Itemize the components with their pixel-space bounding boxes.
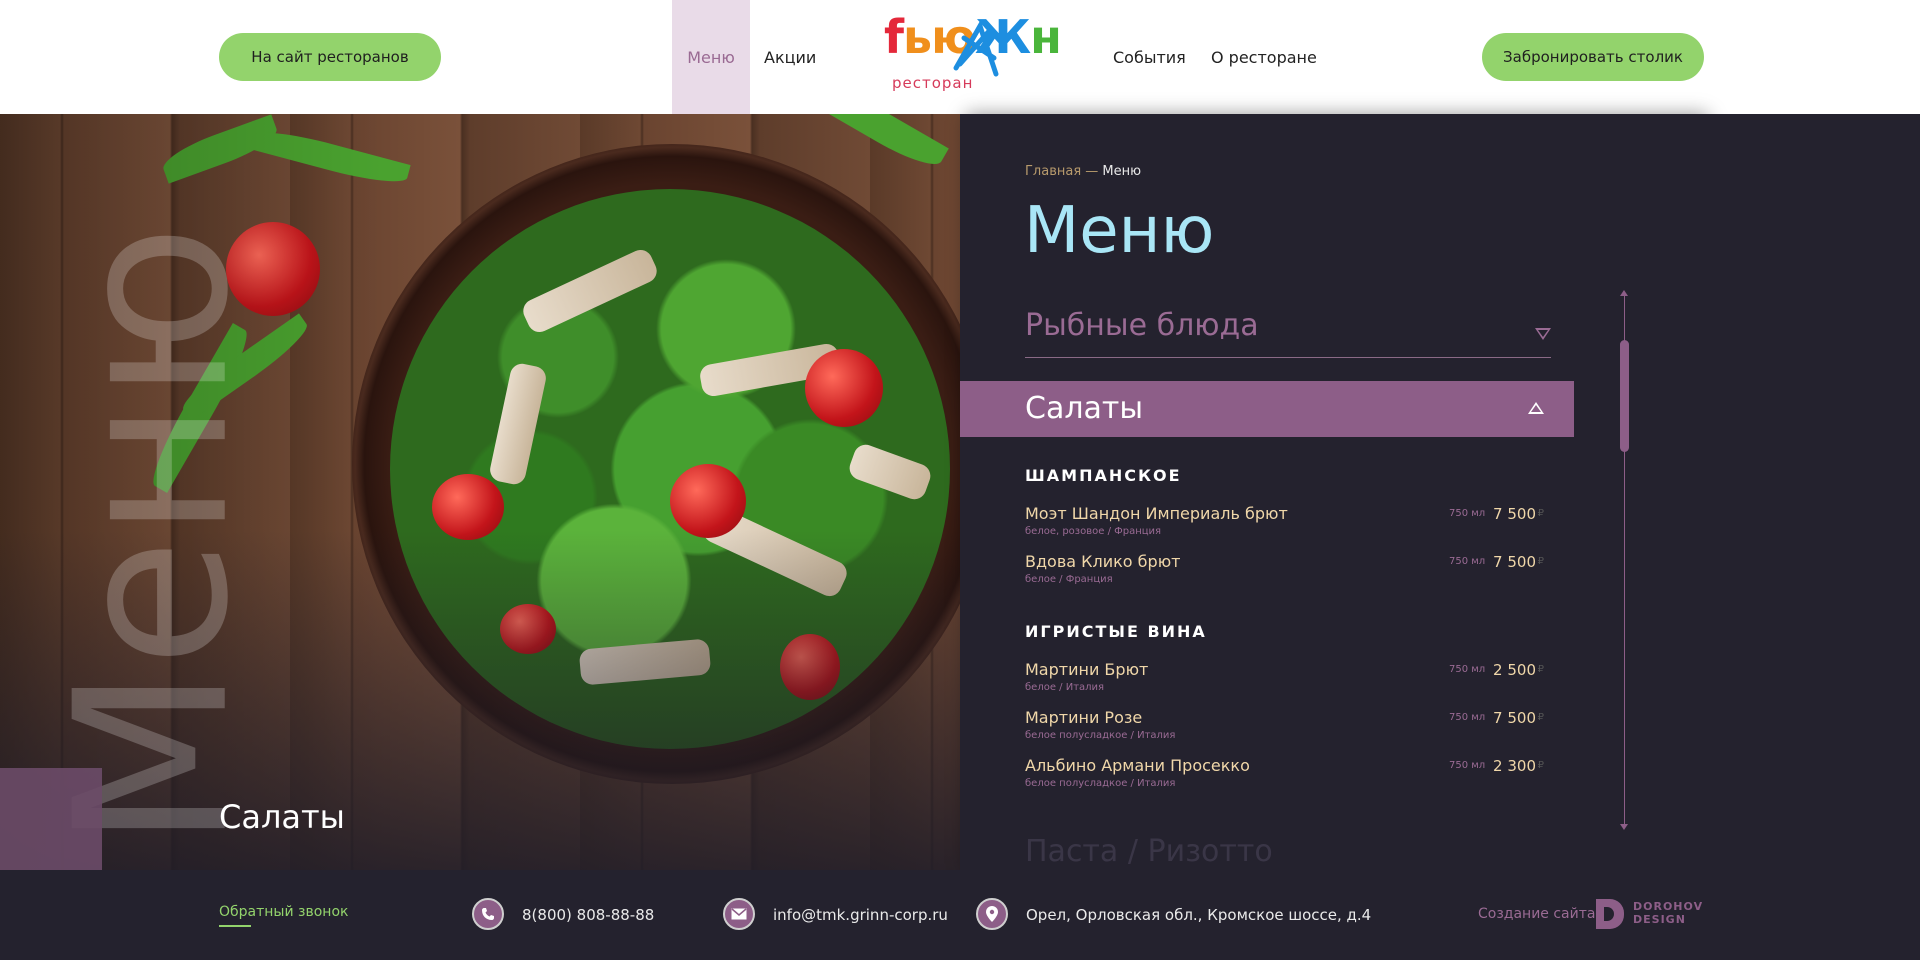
item-name: Мартини Розе	[1025, 708, 1143, 727]
item-price: 7 500	[1493, 505, 1536, 523]
restaurant-logo[interactable]: fьюЖн ресторан	[884, 14, 1062, 100]
item-price: 7 500	[1493, 553, 1536, 571]
right-background	[1702, 114, 1920, 870]
phone-icon	[472, 898, 504, 930]
breadcrumb: Главная — Меню	[1025, 164, 1141, 179]
category-salads-label: Салаты	[1025, 391, 1144, 426]
credit-name-line1: DOROHOV	[1633, 900, 1704, 913]
item-description: белое, розовое / Франция	[1025, 526, 1162, 537]
breadcrumb-home[interactable]: Главная	[1025, 164, 1081, 179]
currency-sign: ₽	[1537, 712, 1544, 723]
scroll-thumb[interactable]	[1620, 340, 1629, 452]
item-volume: 750 мл	[1449, 556, 1486, 567]
item-name: Мартини Брют	[1025, 660, 1149, 679]
item-name: Моэт Шандон Империаль брют	[1025, 504, 1288, 523]
credit-name-line2: DESIGN	[1633, 913, 1686, 926]
currency-sign: ₽	[1537, 760, 1544, 771]
menu-item[interactable]: Мартини Брют белое / Италия 750 мл 2 500…	[1025, 660, 1550, 700]
item-volume: 750 мл	[1449, 760, 1486, 771]
item-price: 2 500	[1493, 661, 1536, 679]
breadcrumb-current: Меню	[1102, 164, 1142, 179]
book-table-button[interactable]: Забронировать столик	[1482, 33, 1704, 81]
footer-email[interactable]: info@tmk.grinn-corp.ru	[773, 906, 948, 924]
category-salads[interactable]: Салаты	[960, 381, 1574, 437]
item-description: белое полусладкое / Италия	[1025, 778, 1176, 789]
category-pasta[interactable]: Паста / Ризотто	[1025, 834, 1273, 869]
credit-name[interactable]: DOROHOV DESIGN	[1633, 900, 1703, 926]
logo-scribble-icon	[953, 19, 999, 77]
site-header: На сайт ресторанов Меню Акции fьюЖн рест…	[0, 0, 1920, 114]
collapse-icon	[1528, 402, 1544, 414]
scroll-down-arrow-icon[interactable]	[1620, 824, 1628, 830]
menu-item[interactable]: Вдова Клико брют белое / Франция 750 мл …	[1025, 552, 1550, 592]
item-price: 2 300	[1493, 757, 1536, 775]
nav-events[interactable]: События	[1113, 0, 1186, 114]
menu-item[interactable]: Мартини Розе белое полусладкое / Италия …	[1025, 708, 1550, 748]
dorohov-logo-icon[interactable]	[1596, 899, 1624, 929]
currency-sign: ₽	[1537, 664, 1544, 675]
footer-address: Орел, Орловская обл., Кромское шоссе, д.…	[1026, 906, 1372, 924]
item-description: белое полусладкое / Италия	[1025, 730, 1176, 741]
currency-sign: ₽	[1537, 508, 1544, 519]
mail-icon	[723, 898, 755, 930]
breadcrumb-separator: —	[1081, 164, 1103, 179]
page-title: Меню	[1024, 194, 1215, 268]
hero-caption: Салаты	[219, 798, 345, 836]
category-fish[interactable]: Рыбные блюда	[1025, 298, 1551, 358]
section-title: ИГРИСТЫЕ ВИНА	[1025, 622, 1207, 641]
menu-item[interactable]: Моэт Шандон Империаль брют белое, розово…	[1025, 504, 1550, 544]
callback-underline	[219, 925, 251, 927]
item-price: 7 500	[1493, 709, 1536, 727]
restaurants-site-button[interactable]: На сайт ресторанов	[219, 33, 441, 81]
expand-icon	[1535, 328, 1551, 340]
site-credit: Создание сайта -	[1478, 906, 1605, 922]
item-volume: 750 мл	[1449, 712, 1486, 723]
decor-square	[0, 768, 102, 870]
category-fish-label: Рыбные блюда	[1025, 308, 1259, 343]
nav-about[interactable]: О ресторане	[1211, 0, 1317, 114]
item-volume: 750 мл	[1449, 664, 1486, 675]
item-description: белое / Франция	[1025, 574, 1113, 585]
menu-panel: Главная — Меню Меню Рыбные блюда Салаты …	[960, 114, 1702, 870]
item-description: белое / Италия	[1025, 682, 1105, 693]
vertical-menu-word: Меню	[29, 224, 275, 849]
menu-item[interactable]: Альбино Армани Просекко белое полусладко…	[1025, 756, 1550, 796]
item-name: Вдова Клико брют	[1025, 552, 1181, 571]
nav-menu[interactable]: Меню	[672, 0, 750, 114]
item-name: Альбино Армани Просекко	[1025, 756, 1250, 775]
section-title: ШАМПАНСКОЕ	[1025, 466, 1182, 485]
site-footer: Обратный звонок 8(800) 808-88-88 info@tm…	[0, 870, 1920, 960]
item-volume: 750 мл	[1449, 508, 1486, 519]
location-icon	[976, 898, 1008, 930]
callback-link[interactable]: Обратный звонок	[219, 904, 348, 920]
hero-image: Меню Салаты	[0, 114, 960, 870]
nav-promotions[interactable]: Акции	[764, 0, 816, 114]
currency-sign: ₽	[1537, 556, 1544, 567]
footer-phone[interactable]: 8(800) 808-88-88	[522, 906, 654, 924]
logo-subtitle: ресторан	[892, 74, 974, 92]
